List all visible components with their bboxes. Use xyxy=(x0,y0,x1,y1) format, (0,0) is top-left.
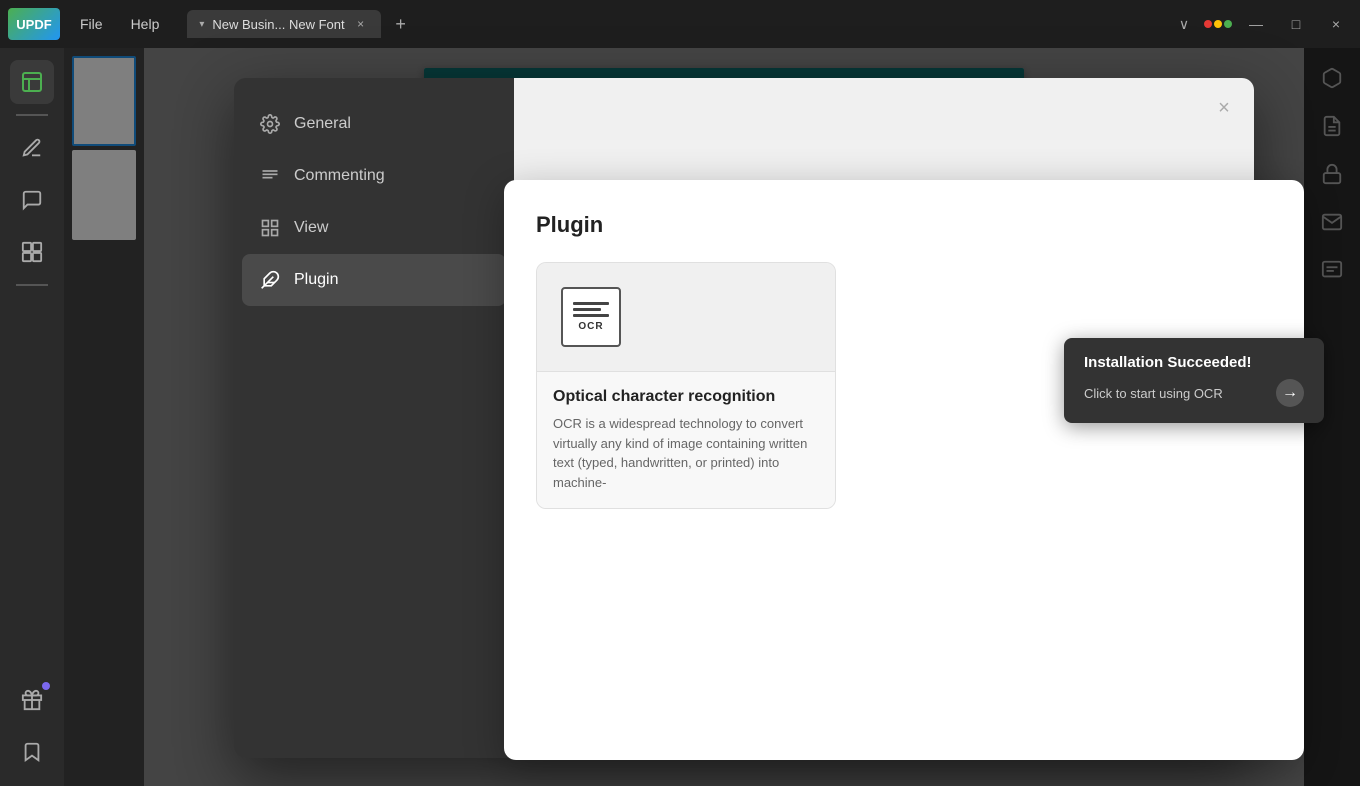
tab-bar: ▾ New Busin... New Font × + xyxy=(187,10,1172,38)
ocr-line-3 xyxy=(573,314,609,317)
title-bar-controls: ∨ — □ × xyxy=(1172,8,1352,40)
app-logo: UPDF xyxy=(8,8,60,40)
settings-nav: General Commenting xyxy=(234,78,514,758)
settings-plugin[interactable]: Plugin xyxy=(242,254,506,306)
close-button[interactable]: × xyxy=(1320,8,1352,40)
gift-badge xyxy=(42,682,50,690)
commenting-label: Commenting xyxy=(294,167,385,185)
ocr-label: OCR xyxy=(578,321,603,332)
modal-close-button[interactable]: × xyxy=(1210,94,1238,122)
ocr-icon: OCR xyxy=(561,287,621,347)
tooltip-body: Click to start using OCR → xyxy=(1084,379,1304,407)
sidebar-item-annotate[interactable] xyxy=(10,178,54,222)
maximize-button[interactable]: □ xyxy=(1280,8,1312,40)
ocr-line-2 xyxy=(573,308,601,311)
tooltip-title: Installation Succeeded! xyxy=(1084,354,1304,371)
tab-label: New Busin... New Font xyxy=(212,17,344,32)
ocr-lines xyxy=(573,302,609,317)
active-tab[interactable]: ▾ New Busin... New Font × xyxy=(187,10,380,38)
plugin-dialog-title: Plugin xyxy=(536,212,1272,238)
tooltip-message: Click to start using OCR xyxy=(1084,386,1223,401)
commenting-icon xyxy=(258,164,282,188)
tab-overflow-button[interactable]: ∨ xyxy=(1172,12,1196,36)
ocr-line-1 xyxy=(573,302,609,305)
view-icon xyxy=(258,216,282,240)
tab-dropdown-icon: ▾ xyxy=(199,19,204,30)
title-bar: UPDF File Help ▾ New Busin... New Font ×… xyxy=(0,0,1360,48)
minimize-button[interactable]: — xyxy=(1240,8,1272,40)
ocr-card-desc: OCR is a widespread technology to conver… xyxy=(553,414,819,492)
plugin-icon xyxy=(258,268,282,292)
sidebar-item-reader[interactable] xyxy=(10,60,54,104)
menu-file[interactable]: File xyxy=(68,12,115,36)
settings-commenting[interactable]: Commenting xyxy=(234,150,514,202)
general-label: General xyxy=(294,115,351,133)
divider-2 xyxy=(16,284,48,286)
brand-dots xyxy=(1204,20,1232,28)
menu-bar: File Help xyxy=(68,12,171,36)
sidebar-item-organize[interactable] xyxy=(10,230,54,274)
left-sidebar xyxy=(0,48,64,786)
menu-help[interactable]: Help xyxy=(119,12,172,36)
divider-1 xyxy=(16,114,48,116)
success-tooltip: Installation Succeeded! Click to start u… xyxy=(1064,338,1324,423)
plugin-dialog: Plugin OCR Optical character recognition… xyxy=(504,180,1304,760)
ocr-card-body: Optical character recognition OCR is a w… xyxy=(537,372,835,508)
sidebar-item-bookmark[interactable] xyxy=(10,730,54,774)
new-tab-button[interactable]: + xyxy=(389,12,413,36)
sidebar-item-edit[interactable] xyxy=(10,126,54,170)
settings-general[interactable]: General xyxy=(234,98,514,150)
modal-overlay[interactable]: × General xyxy=(64,48,1360,786)
view-label: View xyxy=(294,219,328,237)
settings-view[interactable]: View xyxy=(234,202,514,254)
sidebar-item-gift[interactable] xyxy=(10,678,54,722)
ocr-icon-area: OCR xyxy=(537,263,835,372)
plugin-label: Plugin xyxy=(294,271,338,289)
general-icon xyxy=(258,112,282,136)
tooltip-action-button[interactable]: → xyxy=(1276,379,1304,407)
tab-close-button[interactable]: × xyxy=(353,16,369,32)
ocr-card-name: Optical character recognition xyxy=(553,388,819,406)
ocr-plugin-card[interactable]: OCR Optical character recognition OCR is… xyxy=(536,262,836,509)
